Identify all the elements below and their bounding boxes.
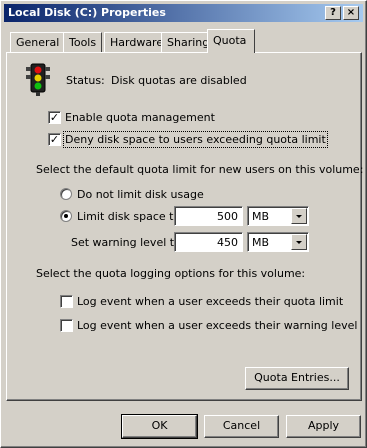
enable-quota-label[interactable]: Enable quota management	[65, 111, 215, 124]
limit-radio[interactable]	[60, 210, 72, 222]
tab-quota-label: Quota	[213, 34, 247, 47]
traffic-light-icon	[26, 63, 50, 96]
warning-unit-select[interactable]: MB	[247, 232, 309, 252]
limit-value-field[interactable]: 500	[174, 206, 243, 226]
log-warning-label[interactable]: Log event when a user exceeds their warn…	[77, 319, 357, 332]
tab-hardware[interactable]: Hardware	[104, 32, 170, 52]
ok-button[interactable]: OK	[121, 414, 198, 439]
warning-unit-value: MB	[252, 236, 270, 249]
quota-panel: Status: Disk quotas are disabled ✓ Enabl…	[6, 52, 364, 401]
log-limit-label[interactable]: Log event when a user exceeds their quot…	[77, 295, 343, 308]
cancel-button[interactable]: Cancel	[204, 415, 279, 438]
apply-button[interactable]: Apply	[286, 415, 361, 438]
no-limit-label[interactable]: Do not limit disk usage	[77, 188, 204, 201]
tab-tools-label: Tools	[69, 36, 97, 49]
tab-tools[interactable]: Tools	[63, 32, 103, 52]
close-button[interactable]: ×	[343, 6, 359, 20]
log-limit-checkbox[interactable]	[60, 295, 73, 308]
tab-quota[interactable]: Quota	[207, 29, 255, 53]
limit-unit-value: MB	[252, 210, 270, 223]
default-limit-heading: Select the default quota limit for new u…	[36, 163, 364, 176]
properties-window: Local Disk (C:) Properties ? × General T…	[0, 0, 367, 448]
no-limit-radio[interactable]	[60, 188, 72, 200]
radio-selected-dot	[64, 214, 68, 218]
chevron-down-icon[interactable]	[291, 208, 307, 224]
tab-sharing-label: Sharing	[167, 36, 210, 49]
help-button[interactable]: ?	[325, 6, 341, 20]
tab-hardware-label: Hardware	[110, 36, 164, 49]
title-bar[interactable]: Local Disk (C:) Properties ? ×	[4, 4, 363, 22]
deny-space-checkbox[interactable]: ✓	[48, 133, 61, 146]
warning-label: Set warning level to	[71, 236, 181, 249]
status-label: Status:	[66, 74, 105, 87]
enable-quota-checkbox[interactable]: ✓	[48, 111, 61, 124]
tab-general-label: General	[16, 36, 60, 49]
limit-label[interactable]: Limit disk space to	[77, 210, 180, 223]
logging-heading: Select the quota logging options for thi…	[36, 267, 306, 280]
window-title: Local Disk (C:) Properties	[8, 6, 166, 19]
log-warning-checkbox[interactable]	[60, 319, 73, 332]
chevron-down-icon[interactable]	[291, 234, 307, 250]
quota-entries-button[interactable]: Quota Entries...	[245, 367, 349, 390]
deny-space-label[interactable]: Deny disk space to users exceeding quota…	[63, 131, 328, 148]
limit-unit-select[interactable]: MB	[247, 206, 309, 226]
status-value: Disk quotas are disabled	[111, 74, 247, 87]
tab-general[interactable]: General	[10, 32, 66, 52]
warning-value-field[interactable]: 450	[174, 232, 243, 252]
